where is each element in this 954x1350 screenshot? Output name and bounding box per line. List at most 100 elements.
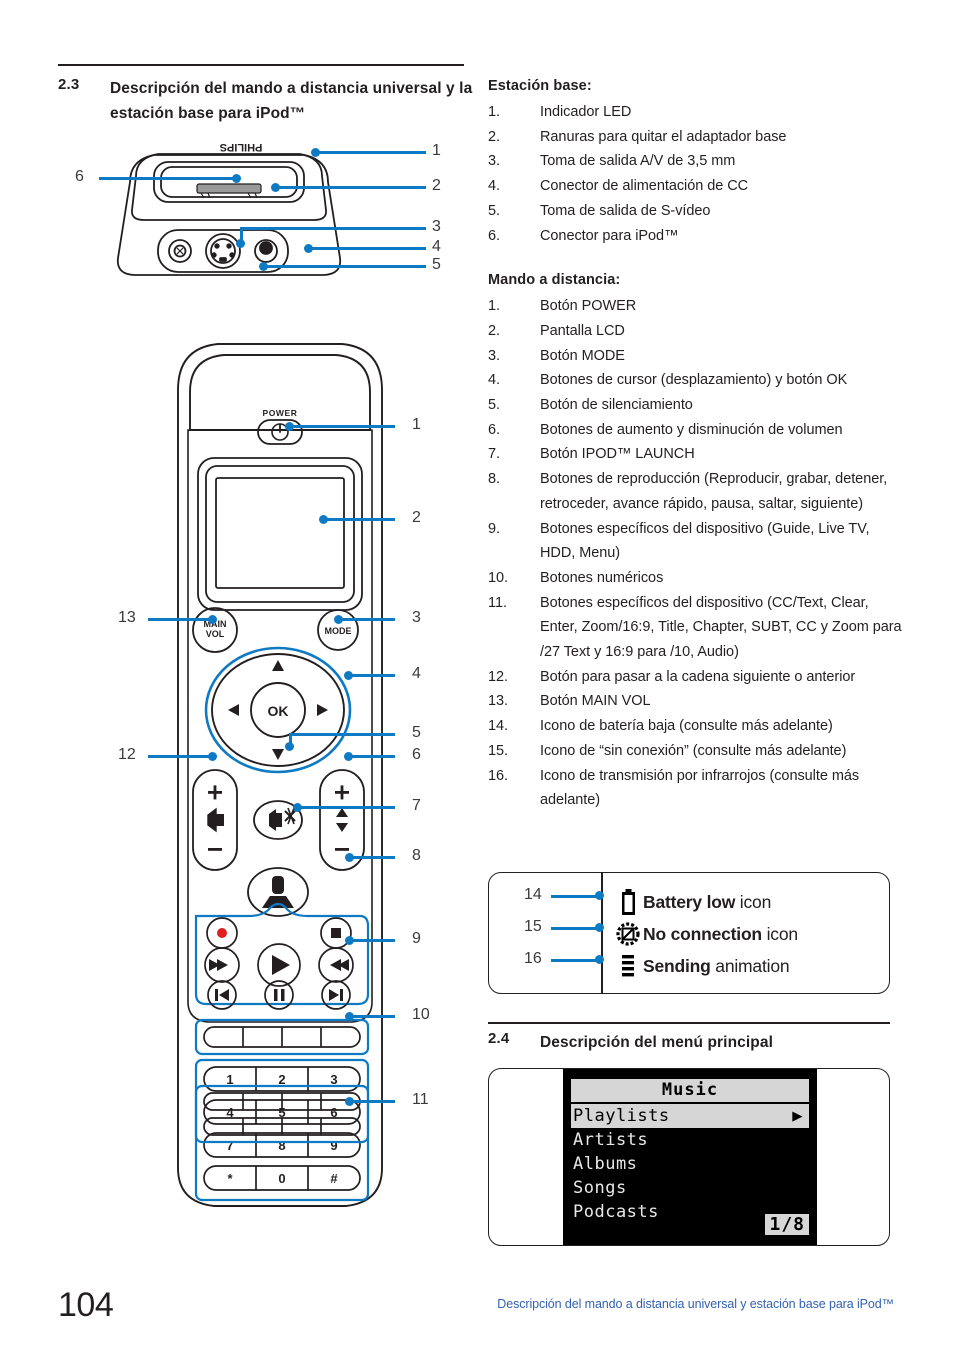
list-item-number: 2. bbox=[488, 128, 500, 145]
callout-line-base-3-stem bbox=[240, 227, 243, 243]
callout-number-base-2: 2 bbox=[432, 177, 441, 194]
section-24-heading: 2.4 Descripción del menú principal bbox=[488, 1030, 908, 1055]
list-item-text: Botones específicos del dispositivo (CC/… bbox=[540, 594, 902, 661]
list-item-number: 14. bbox=[488, 718, 509, 735]
list-item: 6. Botones de aumento y disminución de v… bbox=[488, 418, 908, 443]
list-item-text: Botones numéricos bbox=[540, 569, 664, 586]
list-item-number: 4. bbox=[488, 178, 500, 195]
icon-legend-label-rest: icon bbox=[761, 923, 799, 944]
list-item-number: 5. bbox=[488, 397, 500, 414]
lcd-bezel-inner bbox=[205, 465, 355, 603]
list-item-number: 7. bbox=[488, 446, 500, 463]
callout-number-remote-12: 12 bbox=[118, 746, 136, 763]
icon-legend-label: No connection icon bbox=[643, 924, 798, 945]
list-item: 13. Botón MAIN VOL bbox=[488, 689, 908, 714]
base-station-drawing: PHILIPS bbox=[116, 141, 342, 276]
base-station-list-heading: Estación base: bbox=[488, 78, 592, 94]
remote-list: 1. Botón POWER 2. Pantalla LCD 3. Botón … bbox=[488, 294, 908, 813]
list-item: 3. Toma de salida A/V de 3,5 mm bbox=[488, 149, 908, 174]
callout-line-remote-5 bbox=[292, 733, 395, 736]
callout-number-remote-10: 10 bbox=[412, 1006, 430, 1023]
list-item-number: 6. bbox=[488, 421, 500, 438]
list-item-text: Ranuras para quitar el adaptador base bbox=[540, 128, 787, 145]
icon-legend-row-sending: Sending animation bbox=[613, 951, 790, 981]
callout-number-remote-7: 7 bbox=[412, 797, 421, 814]
svg-text:0: 0 bbox=[278, 1171, 285, 1186]
list-item-number: 1. bbox=[488, 104, 500, 120]
list-item: 1. Botón POWER bbox=[488, 294, 908, 319]
callout-line-base-5 bbox=[263, 265, 426, 268]
list-item-text: Botones de reproducción (Reproducir, gra… bbox=[540, 471, 888, 512]
callout-number-remote-4: 4 bbox=[412, 665, 421, 682]
philips-brand-text: PHILIPS bbox=[220, 141, 263, 153]
list-item: 15. Icono de “sin conexión” (consulte má… bbox=[488, 739, 908, 764]
callout-line-remote-11 bbox=[352, 1100, 395, 1103]
lcd-display-area bbox=[215, 477, 345, 589]
list-item-number: 13. bbox=[488, 693, 509, 710]
section-24-title: Descripción del menú principal bbox=[540, 1034, 773, 1051]
no-connection-icon bbox=[613, 922, 643, 946]
list-item-text: Botón de silenciamiento bbox=[540, 397, 693, 414]
callout-number-remote-3: 3 bbox=[412, 609, 421, 626]
lcd-menu-title: Music bbox=[571, 1079, 809, 1102]
icon-legend-label-rest: animation bbox=[710, 955, 790, 976]
section-24-rule bbox=[488, 1022, 890, 1024]
callout-line-remote-3 bbox=[341, 618, 395, 621]
list-item: 12. Botón para pasar a la cadena siguien… bbox=[488, 665, 908, 690]
callout-line-remote-9 bbox=[352, 939, 395, 942]
list-item-text: Conector de alimentación de CC bbox=[540, 178, 749, 195]
callout-number-remote-13: 13 bbox=[118, 609, 136, 626]
power-label: POWER bbox=[262, 408, 297, 418]
callout-number-remote-2: 2 bbox=[412, 509, 421, 526]
list-item-text: Toma de salida de S-vídeo bbox=[540, 202, 711, 219]
list-item-text: Botones específicos del dispositivo (Gui… bbox=[540, 520, 870, 562]
lcd-menu-item-label: Playlists bbox=[573, 1106, 670, 1126]
svg-text:*: * bbox=[227, 1171, 233, 1186]
list-item-number: 3. bbox=[488, 347, 500, 364]
ok-label: OK bbox=[268, 703, 289, 719]
icon-legend-label-bold: Battery low bbox=[643, 891, 736, 912]
list-item: 2. Ranuras para quitar el adaptador base bbox=[488, 125, 908, 150]
main-vol-label-2: VOL bbox=[206, 629, 225, 639]
list-item-text: Pantalla LCD bbox=[540, 322, 625, 339]
list-item-number: 2. bbox=[488, 322, 500, 339]
callout-number-base-3: 3 bbox=[432, 218, 441, 235]
list-item: 14. Icono de batería baja (consulte más … bbox=[488, 714, 908, 739]
icon-legend-label: Sending animation bbox=[643, 955, 790, 977]
list-item: 3. Botón MODE bbox=[488, 344, 908, 369]
list-item: 4. Botones de cursor (desplazamiento) y … bbox=[488, 368, 908, 393]
callout-number-remote-11: 11 bbox=[412, 1091, 429, 1108]
section-23-rule bbox=[58, 64, 464, 66]
icon-legend-label-rest: icon bbox=[735, 891, 772, 912]
lcd-menu-item: Artists bbox=[573, 1130, 649, 1150]
base-station-list: 1. Indicador LED 2. Ranuras para quitar … bbox=[488, 100, 908, 248]
list-item-number: 12. bbox=[488, 668, 509, 685]
list-item-text: Botones de aumento y disminución de volu… bbox=[540, 421, 843, 438]
callout-line-icon-14 bbox=[551, 895, 599, 898]
list-item-number: 16. bbox=[488, 767, 509, 784]
list-item: 9. Botones específicos del dispositivo (… bbox=[488, 517, 908, 566]
main-menu-screenshot-box: Music Playlists ▶ Artists Albums Songs P… bbox=[488, 1068, 890, 1246]
chevron-right-icon: ▶ bbox=[792, 1106, 803, 1126]
list-item-text: Botón MODE bbox=[540, 347, 625, 364]
list-item: 2. Pantalla LCD bbox=[488, 319, 908, 344]
footer-text: Descripción del mando a distancia univer… bbox=[497, 1297, 894, 1311]
list-item: 4. Conector de alimentación de CC bbox=[488, 174, 908, 199]
list-item: 11. Botones específicos del dispositivo … bbox=[488, 591, 908, 665]
callout-line-base-3 bbox=[243, 227, 426, 230]
list-item: 8. Botones de reproducción (Reproducir, … bbox=[488, 467, 908, 516]
list-item: 1. Indicador LED bbox=[488, 100, 908, 125]
section-23-title: Descripción del mando a distancia univer… bbox=[110, 80, 473, 122]
section-24-number: 2.4 bbox=[488, 1030, 510, 1047]
lcd-menu-item: Songs bbox=[573, 1178, 627, 1198]
callout-line-remote-13 bbox=[148, 618, 212, 621]
base-station-illustration: PHILIPS bbox=[58, 132, 468, 297]
battery-low-icon bbox=[613, 889, 643, 915]
icon-legend-label-bold: Sending bbox=[643, 955, 711, 976]
list-item-text: Botón POWER bbox=[540, 298, 637, 315]
section-23-heading: 2.3 Descripción del mando a distancia un… bbox=[58, 76, 478, 126]
callout-line-icon-15 bbox=[551, 927, 599, 930]
callout-line-base-6 bbox=[99, 177, 236, 180]
callout-line-remote-8 bbox=[352, 856, 395, 859]
callout-number-remote-9: 9 bbox=[412, 930, 421, 947]
